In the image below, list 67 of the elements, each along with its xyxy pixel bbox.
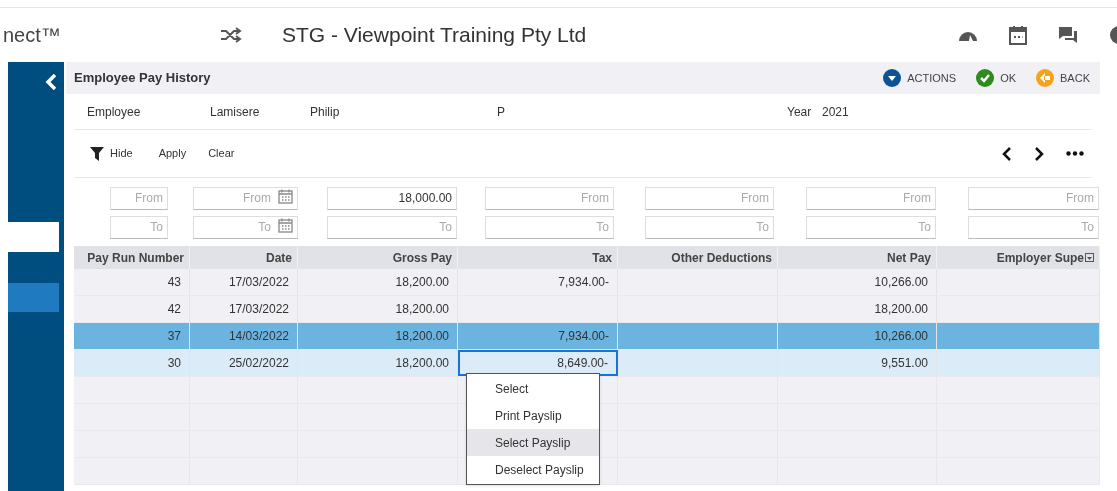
- filter-field[interactable]: To: [327, 215, 457, 239]
- filter-field[interactable]: To: [806, 215, 936, 239]
- more-icon[interactable]: [1066, 151, 1084, 156]
- table-cell: 37: [74, 323, 190, 349]
- filter-field[interactable]: To: [110, 215, 168, 239]
- filter-field[interactable]: From: [110, 186, 168, 210]
- table-cell: 7,934.00-: [458, 323, 618, 349]
- field-value: Lamisere: [210, 103, 261, 121]
- apply-button[interactable]: Apply: [158, 145, 187, 162]
- field-value: 2021: [822, 103, 849, 121]
- table-cell: 10,266.00: [778, 269, 937, 295]
- table-cell: 10,266.00: [778, 323, 937, 349]
- filter-field[interactable]: To: [645, 215, 774, 239]
- date-field[interactable]: From: [193, 186, 298, 210]
- field-value: Philip: [310, 103, 341, 121]
- previous-icon[interactable]: [1002, 146, 1012, 161]
- table-row[interactable]: 42 17/03/2022 18,200.00 18,200.00: [74, 296, 1100, 323]
- actions-button[interactable]: ACTIONS: [883, 69, 957, 87]
- table-cell: 18,200.00: [298, 269, 458, 295]
- ok-button[interactable]: OK: [976, 69, 1017, 87]
- field-value: P: [497, 103, 506, 121]
- table-cell: 9,551.00: [778, 350, 937, 376]
- chat-icon[interactable]: [1058, 26, 1078, 44]
- table-cell: 17/03/2022: [190, 269, 298, 295]
- table-cell: 17/03/2022: [190, 296, 298, 322]
- column-menu-icon[interactable]: [1085, 253, 1094, 262]
- table-row[interactable]: 43 17/03/2022 18,200.00 7,934.00- 10,266.00: [74, 269, 1100, 296]
- table-cell: 7,934.00-: [458, 269, 618, 295]
- table-cell: 30: [74, 350, 190, 376]
- filter-field[interactable]: From: [485, 186, 614, 210]
- back-button[interactable]: BACK: [1036, 69, 1090, 87]
- collapse-icon[interactable]: [45, 74, 57, 90]
- table-cell: 18,200.00: [298, 350, 458, 376]
- check-icon: [976, 69, 995, 87]
- brand-logo: nect™: [2, 23, 62, 48]
- table-cell: 43: [74, 269, 190, 295]
- menu-item[interactable]: Print Payslip: [467, 402, 599, 429]
- filter-field[interactable]: From: [806, 186, 936, 210]
- table-cell: 14/03/2022: [190, 323, 298, 349]
- table-cell: 18,200.00: [298, 296, 458, 322]
- field-label: Employee: [87, 103, 142, 121]
- filter-field[interactable]: From: [968, 186, 1099, 210]
- menu-item[interactable]: Deselect Payslip: [467, 456, 599, 483]
- next-icon[interactable]: [1034, 146, 1044, 161]
- calendar-icon[interactable]: [1009, 25, 1027, 45]
- filter-field[interactable]: To: [485, 215, 614, 239]
- actions-icon: [883, 69, 902, 87]
- filter-field[interactable]: 18,000.00: [327, 186, 457, 210]
- table-cell: 42: [74, 296, 190, 322]
- clear-button[interactable]: Clear: [208, 145, 235, 162]
- filter-field[interactable]: To: [968, 215, 1099, 239]
- table-row[interactable]: 37 14/03/2022 18,200.00 7,934.00- 10,266.00: [74, 323, 1100, 350]
- table-row[interactable]: 30 25/02/2022 18,200.00 8,649.00- 9,551.00: [74, 350, 1100, 377]
- filter-icon: [90, 146, 104, 161]
- company-title: STG - Viewpoint Training Pty Ltd: [282, 22, 587, 49]
- date-field[interactable]: To: [193, 215, 298, 239]
- menu-item[interactable]: Select: [467, 375, 599, 402]
- back-icon: [1036, 69, 1055, 87]
- shuffle-icon[interactable]: [220, 27, 242, 43]
- filter-field[interactable]: From: [645, 186, 774, 210]
- field-label: Year: [787, 103, 813, 121]
- table-cell: 25/02/2022: [190, 350, 298, 376]
- page-title: Employee Pay History: [74, 69, 211, 88]
- table-cell: 18,200.00: [298, 323, 458, 349]
- menu-item[interactable]: Select Payslip: [467, 429, 599, 456]
- hide-button[interactable]: Hide: [90, 145, 133, 162]
- table-cell: 18,200.00: [778, 296, 937, 322]
